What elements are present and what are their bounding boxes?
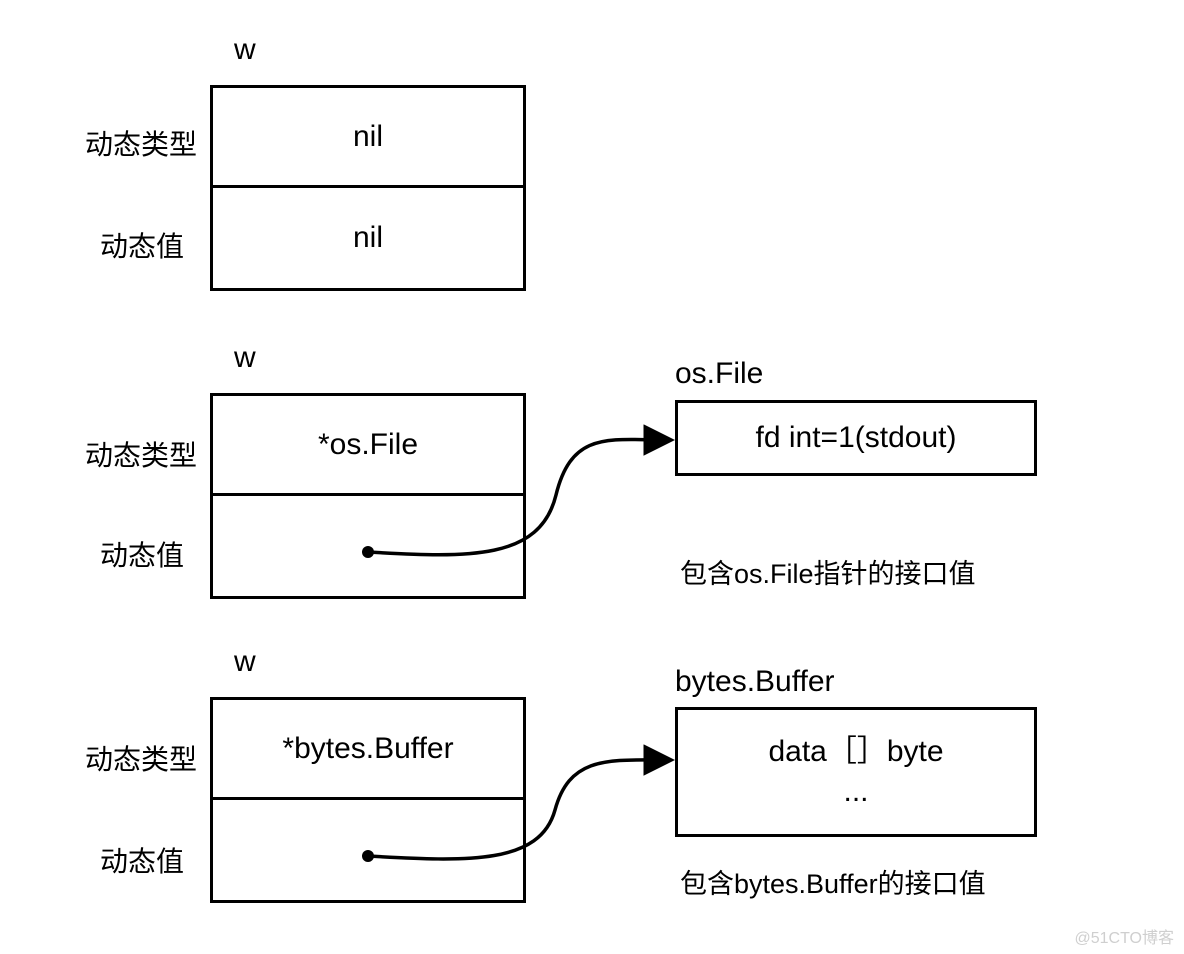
group1-label-type: 动态类型 <box>85 123 197 163</box>
group3-caption: 包含bytes.Buffer的接口值 <box>680 862 986 901</box>
group2-cell-value <box>213 496 523 596</box>
group1-label-value: 动态值 <box>100 225 184 265</box>
group2-label-type: 动态类型 <box>85 434 197 474</box>
group3-label-value: 动态值 <box>100 840 184 880</box>
group3-cell-value <box>213 800 523 900</box>
group3-right-box: data［］byte ... <box>675 707 1037 837</box>
group3-right-line1: data［］byte <box>768 732 943 773</box>
group3-right-line2: ... <box>843 772 868 813</box>
group3-left-box: *bytes.Buffer <box>210 697 526 903</box>
group1-title: w <box>234 33 256 67</box>
group2-caption: 包含os.File指针的接口值 <box>680 552 976 591</box>
group3-cell-type: *bytes.Buffer <box>213 700 523 800</box>
group2-title: w <box>234 341 256 375</box>
group2-label-value: 动态值 <box>100 534 184 574</box>
group2-right-title: os.File <box>675 357 763 391</box>
group2-left-box: *os.File <box>210 393 526 599</box>
group3-label-type: 动态类型 <box>85 738 197 778</box>
group2-right-box: fd int=1(stdout) <box>675 400 1037 476</box>
group3-right-title: bytes.Buffer <box>675 665 835 699</box>
group1-cell-type: nil <box>213 88 523 188</box>
group1-left-box: nil nil <box>210 85 526 291</box>
group3-right-content: data［］byte ... <box>678 710 1034 834</box>
watermark: @51CTO博客 <box>1074 924 1174 948</box>
group2-right-content: fd int=1(stdout) <box>678 403 1034 473</box>
group1-cell-value: nil <box>213 188 523 288</box>
group2-cell-type: *os.File <box>213 396 523 496</box>
group3-title: w <box>234 645 256 679</box>
